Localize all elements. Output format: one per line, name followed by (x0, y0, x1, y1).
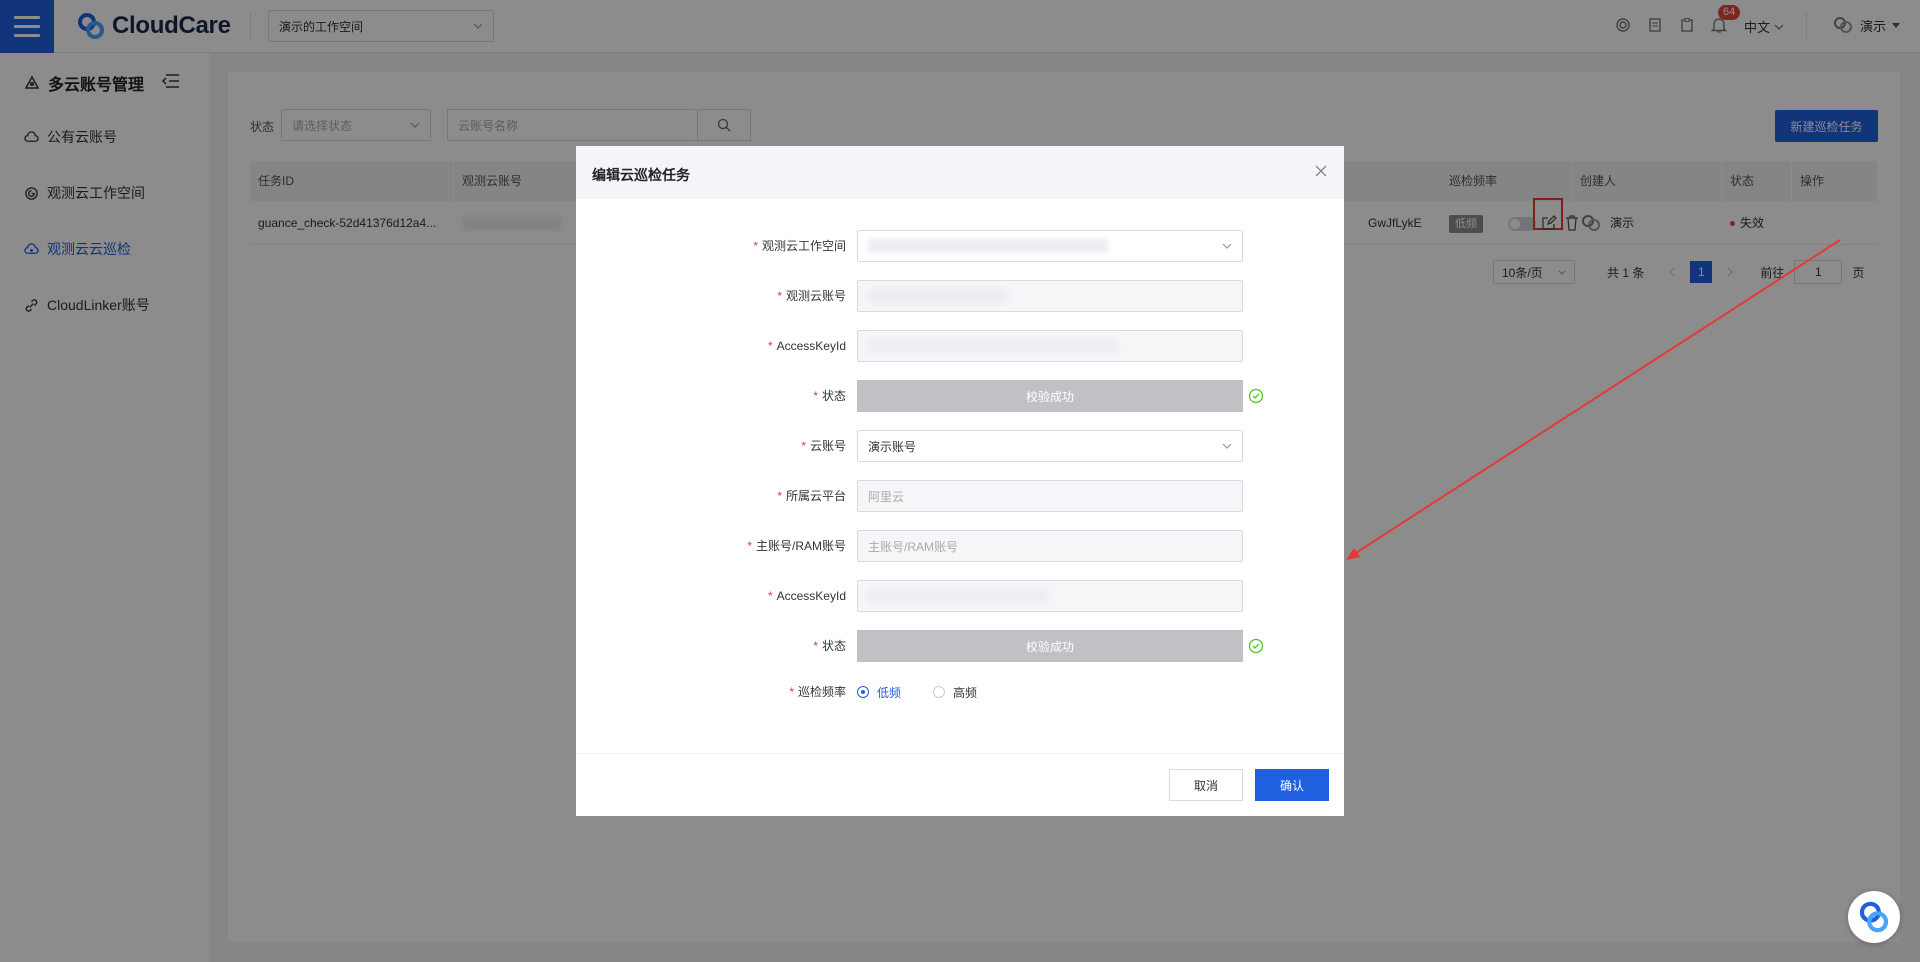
form-row-platform: * 所属云平台 阿里云 (576, 480, 1344, 512)
form-row-status2: * 状态 校验成功 (576, 630, 1344, 662)
platform-label: * 所属云平台 (777, 489, 846, 503)
confirm-button[interactable]: 确认 (1255, 769, 1329, 801)
cloud-account-value: 演示账号 (868, 439, 917, 454)
form-row-cloud-account: * 云账号 演示账号 (576, 430, 1344, 462)
verify1-button[interactable]: 校验成功 (857, 380, 1243, 412)
form-row-workspace: * 观测云工作空间 (576, 230, 1344, 262)
check-circle-icon (1248, 638, 1264, 654)
form-row-ak2: * AccessKeyId (576, 580, 1344, 612)
blurred-value (868, 589, 1048, 603)
ak1-input[interactable] (857, 330, 1243, 362)
guance-account-label: * 观测云账号 (777, 289, 846, 303)
form-row-freq: * 巡检频率 低频 高频 (576, 676, 1344, 708)
form-row-guance-account: * 观测云账号 (576, 280, 1344, 312)
workspace-label: * 观测云工作空间 (753, 239, 846, 253)
cloud-account-select[interactable]: 演示账号 (857, 430, 1243, 462)
main-account-input[interactable]: 主账号/RAM账号 (857, 530, 1243, 562)
workspace-select[interactable] (857, 230, 1243, 262)
main-account-placeholder: 主账号/RAM账号 (868, 539, 959, 554)
verify2-button[interactable]: 校验成功 (857, 630, 1243, 662)
cloudcare-logo-icon (1859, 901, 1889, 933)
main-account-label: * 主账号/RAM账号 (747, 539, 846, 553)
dialog-title: 编辑云巡检任务 (592, 167, 690, 183)
form-row-main-account: * 主账号/RAM账号 主账号/RAM账号 (576, 530, 1344, 562)
dialog-header: 编辑云巡检任务 (576, 146, 1344, 199)
status1-label: * 状态 (813, 389, 846, 403)
dialog-footer: 取消 确认 (576, 753, 1344, 816)
status2-label: * 状态 (813, 639, 846, 653)
ak2-label: * AccessKeyId (767, 589, 846, 603)
chevron-down-icon (1222, 243, 1232, 249)
cloud-account-label: * 云账号 (801, 439, 846, 453)
form-row-ak1: * AccessKeyId (576, 330, 1344, 362)
platform-value: 阿里云 (868, 489, 905, 504)
freq-low-radio[interactable] (857, 686, 869, 698)
form-row-status1: * 状态 校验成功 (576, 380, 1344, 412)
freq-radio-group: 低频 高频 (857, 676, 977, 708)
guance-account-input[interactable] (857, 280, 1243, 312)
close-icon[interactable] (1312, 162, 1330, 180)
check-circle-icon (1248, 388, 1264, 404)
freq-low-label[interactable]: 低频 (877, 684, 901, 701)
blurred-value (868, 239, 1108, 253)
freq-high-label[interactable]: 高频 (953, 684, 977, 701)
ak2-input[interactable] (857, 580, 1243, 612)
blurred-value (868, 339, 1118, 353)
blurred-value (868, 289, 1008, 303)
chevron-down-icon (1222, 443, 1232, 449)
edit-check-task-dialog: 编辑云巡检任务 * 观测云工作空间 * 观测云账号 * AccessKeyId * 状态… (576, 146, 1344, 816)
freq-high-radio[interactable] (933, 686, 946, 698)
floating-assistant-button[interactable] (1848, 891, 1900, 943)
freq-label: * 巡检频率 (789, 685, 846, 699)
platform-input[interactable]: 阿里云 (857, 480, 1243, 512)
ak1-label: * AccessKeyId (767, 339, 846, 353)
cancel-button[interactable]: 取消 (1169, 769, 1243, 801)
